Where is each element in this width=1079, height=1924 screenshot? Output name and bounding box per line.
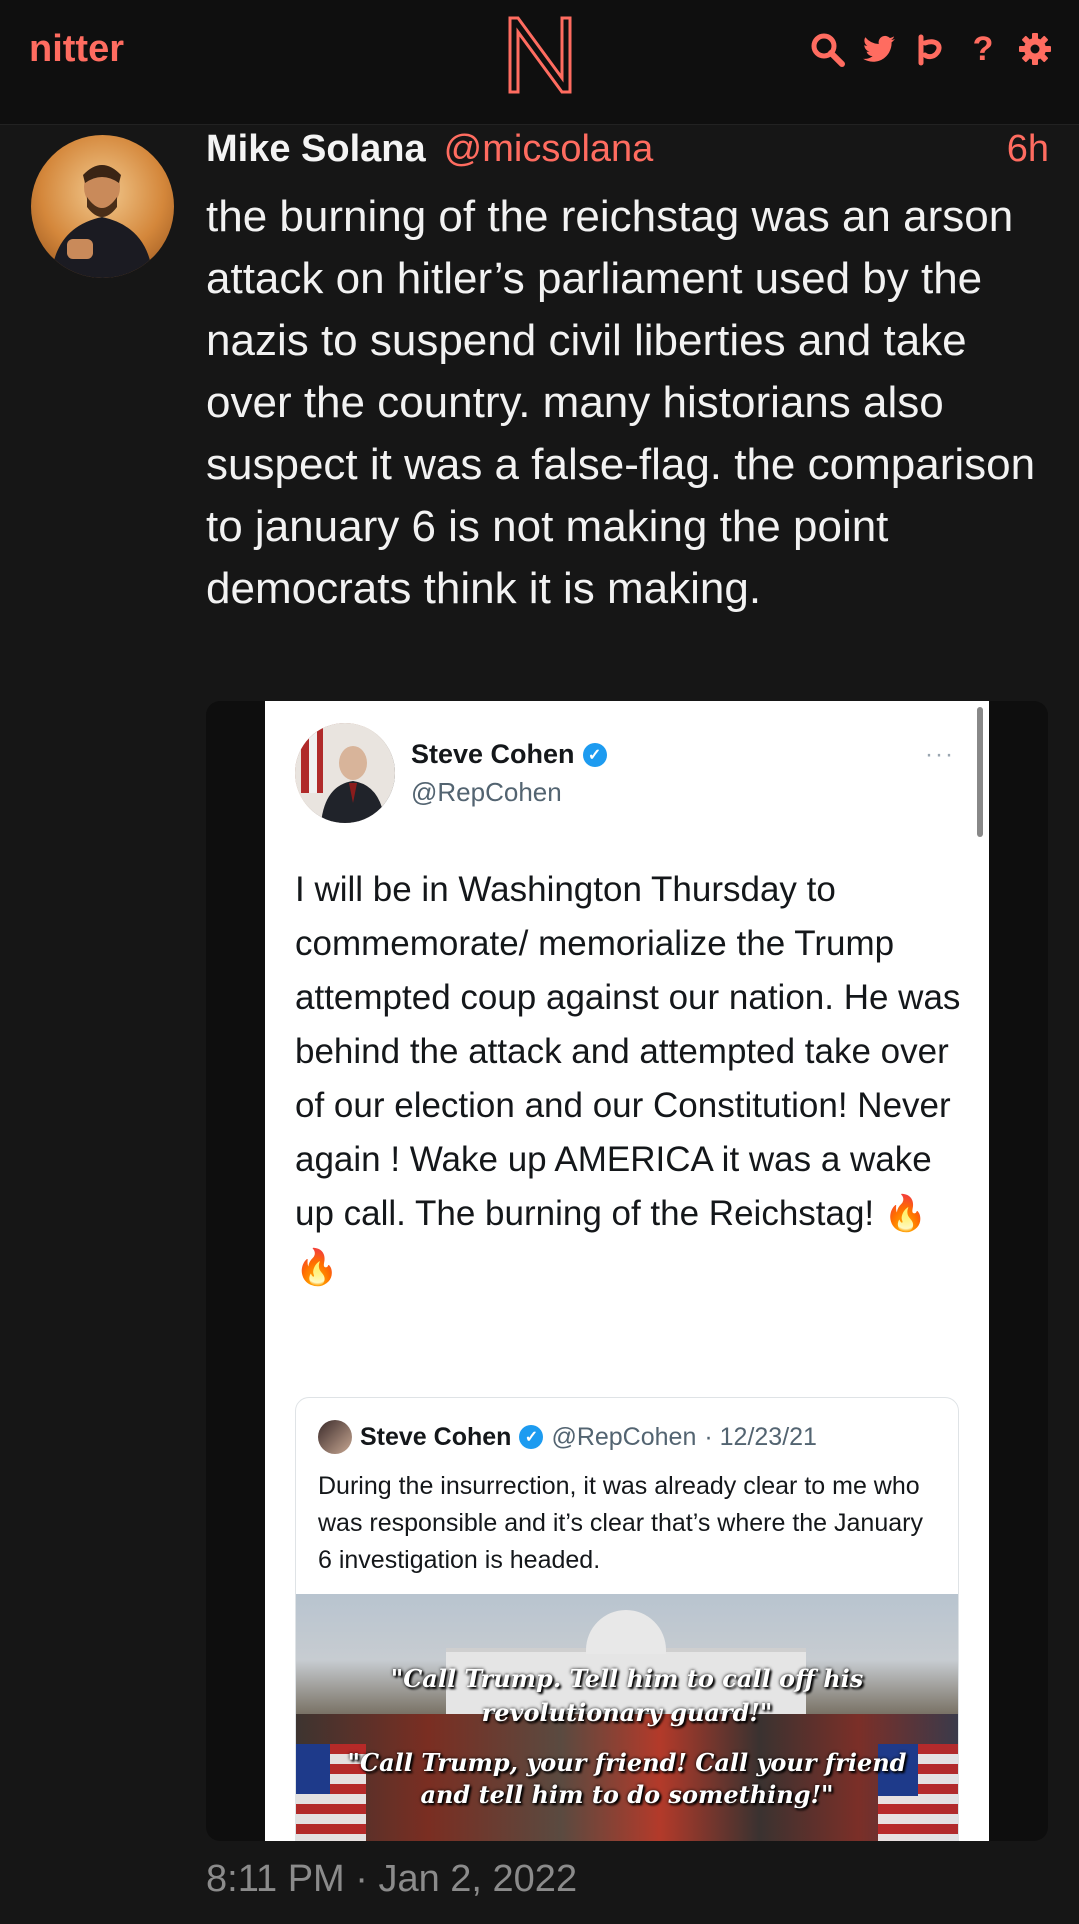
brand-link[interactable]: nitter bbox=[29, 28, 124, 71]
quoted-tweet: Steve Cohen ✓ @RepCohen · 12/23/21 Durin… bbox=[295, 1397, 959, 1841]
tweet-media[interactable]: Steve Cohen ✓ @RepCohen ··· I will be in… bbox=[206, 701, 1048, 1841]
help-icon[interactable]: ? bbox=[963, 26, 1003, 72]
verified-icon: ✓ bbox=[519, 1425, 544, 1449]
quoted-image: "Call Trump. Tell him to call off his re… bbox=[296, 1594, 958, 1841]
capitol-dome bbox=[586, 1610, 666, 1654]
published-date[interactable]: 8:11 PM · Jan 2, 2022 bbox=[206, 1858, 577, 1901]
fullname[interactable]: Mike Solana bbox=[206, 128, 426, 171]
quoted-text: During the insurrection, it was already … bbox=[318, 1472, 923, 1574]
tweet-header: Mike Solana @micsolana 6h bbox=[206, 128, 1049, 174]
gear-icon[interactable] bbox=[1015, 26, 1055, 72]
navbar: nitter ? bbox=[0, 0, 1079, 125]
quoted-fullname: Steve Cohen bbox=[360, 1422, 512, 1451]
embedded-avatar bbox=[295, 723, 395, 823]
image-caption: "Call Trump, your friend! Call your frie… bbox=[347, 1748, 907, 1777]
quoted-date: · 12/23/21 bbox=[704, 1422, 817, 1451]
tweet-age[interactable]: 6h bbox=[1007, 128, 1049, 171]
embedded-text: I will be in Washington Thursday to comm… bbox=[295, 870, 971, 1287]
scrollbar bbox=[977, 707, 983, 837]
tweet: Mike Solana @micsolana 6h the burning of… bbox=[0, 124, 1079, 1924]
image-caption: revolutionary guard!" bbox=[481, 1698, 773, 1727]
embedded-handle: @RepCohen bbox=[411, 777, 562, 807]
nav-icons: ? bbox=[807, 26, 1055, 72]
username[interactable]: @micsolana bbox=[444, 128, 654, 171]
quoted-handle: @RepCohen bbox=[551, 1422, 697, 1451]
crowd bbox=[296, 1714, 958, 1841]
image-caption: "Call Trump. Tell him to call off his bbox=[390, 1664, 864, 1693]
avatar[interactable] bbox=[31, 135, 174, 278]
twitter-bird-icon[interactable] bbox=[859, 26, 899, 72]
nitter-logo[interactable] bbox=[500, 10, 580, 100]
embedded-screenshot: Steve Cohen ✓ @RepCohen ··· I will be in… bbox=[265, 701, 989, 1841]
search-icon[interactable] bbox=[807, 26, 847, 72]
quoted-avatar bbox=[318, 1420, 352, 1454]
verified-icon: ✓ bbox=[582, 742, 607, 767]
image-caption: and tell him to do something!" bbox=[420, 1780, 834, 1809]
tweet-text: the burning of the reichstag was an arso… bbox=[206, 192, 1048, 613]
quoted-header: Steve Cohen ✓ @RepCohen · 12/23/21 bbox=[318, 1420, 817, 1454]
rss-icon[interactable] bbox=[911, 26, 951, 72]
more-icon: ··· bbox=[925, 741, 955, 768]
embedded-fullname: Steve Cohen bbox=[411, 739, 575, 769]
embedded-author: Steve Cohen ✓ bbox=[411, 739, 607, 770]
